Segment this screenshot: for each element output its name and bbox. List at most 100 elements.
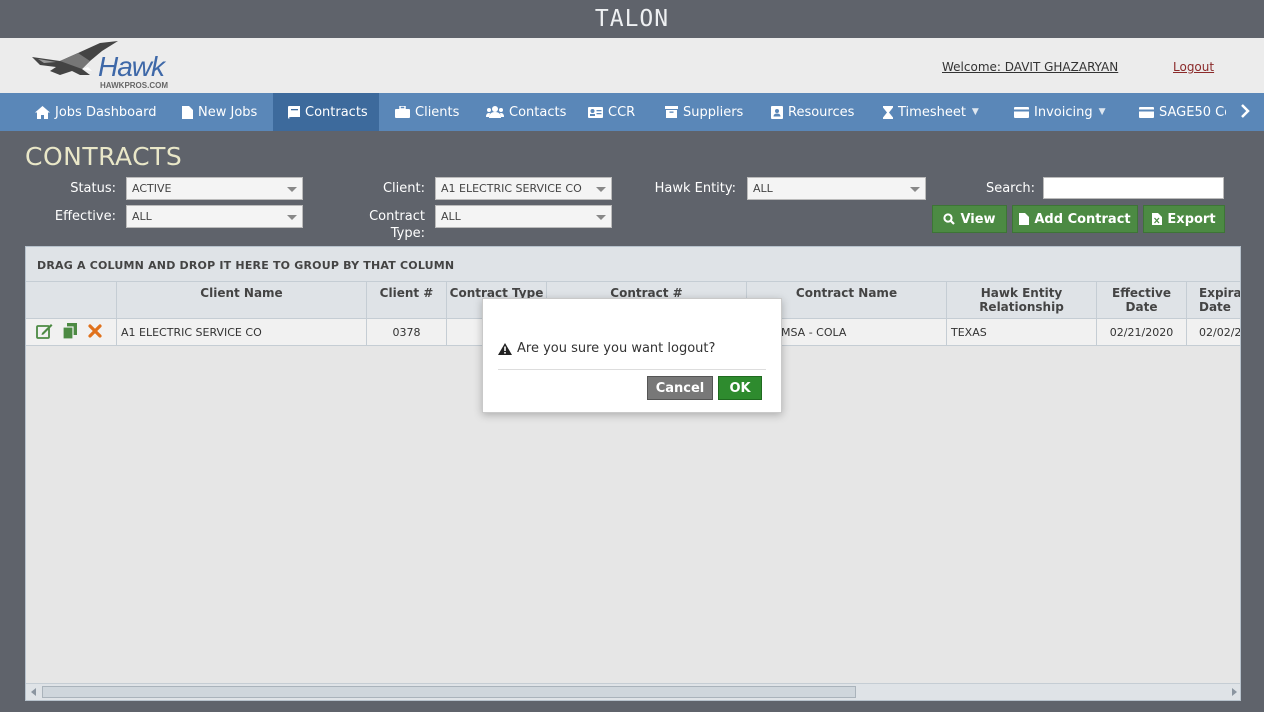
contact-book-icon (771, 105, 783, 119)
credit-card-icon (1014, 106, 1029, 118)
search-label: Search: (985, 181, 1035, 196)
hawk-entity-label: Hawk Entity: (654, 181, 736, 196)
page-title: CONTRACTS (25, 142, 183, 171)
add-contract-label: Add Contract (1034, 211, 1131, 227)
add-contract-button[interactable]: Add Contract (1012, 205, 1138, 233)
status-label: Status: (70, 181, 116, 196)
chevron-down-icon: ▼ (971, 107, 979, 117)
nav-item-timesheet[interactable]: Timesheet ▼ (883, 93, 979, 131)
nav-scroll-right-button[interactable] (1226, 93, 1264, 131)
nav-label: Invoicing (1034, 104, 1093, 120)
nav-item-resources[interactable]: Resources (771, 93, 854, 131)
credit-card-icon (1139, 106, 1154, 118)
contract-type-label: Contract Type: (369, 209, 425, 241)
delete-icon[interactable] (88, 324, 102, 341)
nav-item-clients[interactable]: Clients (395, 93, 459, 131)
copy-icon[interactable] (62, 323, 78, 342)
cell-hawk-entity-relationship: TEXAS (947, 319, 1097, 345)
column-header-hawk-entity-relationship[interactable]: Hawk Entity Relationship (947, 282, 1097, 318)
id-card-icon (588, 106, 603, 118)
nav-item-contracts[interactable]: Contracts (273, 93, 379, 131)
nav-item-sage50[interactable]: SAGE50 Co (1139, 93, 1232, 131)
status-select[interactable]: ACTIVE (126, 177, 303, 200)
warning-icon (498, 342, 512, 355)
chevron-down-icon (596, 187, 606, 192)
view-label: View (960, 211, 996, 227)
hourglass-icon (883, 105, 893, 119)
logo-text: Hawk (98, 51, 165, 82)
status-value: ACTIVE (132, 182, 172, 195)
logout-link[interactable]: Logout (1173, 60, 1214, 74)
column-header-client-name[interactable]: Client Name (117, 282, 367, 318)
horizontal-scrollbar[interactable] (26, 683, 1240, 700)
file-icon (182, 105, 193, 119)
chevron-down-icon (910, 187, 920, 192)
column-header-expiration-date[interactable]: Expiration Date (1187, 282, 1240, 318)
nav-label: New Jobs (198, 104, 258, 120)
nav-item-ccr[interactable]: CCR (588, 93, 635, 131)
edit-icon[interactable] (36, 323, 53, 342)
effective-label: Effective: (54, 209, 116, 224)
chevron-down-icon (596, 215, 606, 220)
cell-client-name: A1 ELECTRIC SERVICE CO (117, 319, 367, 345)
dialog-divider (498, 369, 766, 370)
dialog-message: Are you sure you want logout? (498, 341, 715, 356)
row-actions (26, 319, 117, 345)
ok-button[interactable]: OK (718, 376, 762, 400)
search-icon (943, 213, 956, 225)
client-select[interactable]: A1 ELECTRIC SERVICE CO (435, 177, 612, 200)
cell-expiration-date: 02/02/2 (1187, 319, 1240, 345)
chevron-down-icon (287, 215, 297, 220)
column-header-effective-date[interactable]: Effective Date (1097, 282, 1187, 318)
cell-effective-date: 02/21/2020 (1097, 319, 1187, 345)
hawk-logo[interactable]: Hawk HAWKPROS.COM (30, 41, 175, 90)
column-header-client-no[interactable]: Client # (367, 282, 447, 318)
scrollbar-thumb[interactable] (42, 686, 856, 698)
users-icon (486, 106, 504, 118)
hawk-entity-select[interactable]: ALL (747, 177, 926, 200)
cancel-button[interactable]: Cancel (647, 376, 713, 400)
nav-item-new-jobs[interactable]: New Jobs (182, 93, 257, 131)
briefcase-icon (395, 106, 410, 118)
chevron-down-icon: ▼ (1098, 107, 1106, 117)
cell-client-no: 0378 (367, 319, 447, 345)
export-button[interactable]: Export (1143, 205, 1225, 233)
chevron-down-icon (287, 187, 297, 192)
archive-icon (665, 106, 678, 118)
excel-file-icon (1152, 213, 1163, 225)
group-drop-area[interactable]: DRAG A COLUMN AND DROP IT HERE TO GROUP … (26, 247, 1240, 282)
client-label: Client: (382, 181, 425, 196)
nav-label: Timesheet (898, 104, 966, 120)
nav-item-jobs-dashboard[interactable]: Jobs Dashboard (0, 93, 170, 131)
main-navbar: Jobs Dashboard New Jobs Contracts Client… (0, 93, 1264, 131)
book-icon (288, 105, 300, 119)
column-header-actions (26, 282, 117, 318)
nav-item-invoicing[interactable]: Invoicing ▼ (1014, 93, 1106, 131)
nav-label: Contracts (305, 104, 368, 120)
contract-type-select[interactable]: ALL (435, 205, 612, 228)
nav-item-contacts[interactable]: Contacts (486, 93, 566, 131)
view-button[interactable]: View (932, 205, 1007, 233)
nav-label: Suppliers (683, 104, 744, 120)
file-icon (1019, 213, 1030, 225)
logo-subtext: HAWKPROS.COM (100, 81, 168, 90)
nav-label: Clients (415, 104, 460, 120)
scroll-right-icon[interactable] (1232, 688, 1237, 696)
contract-type-value: ALL (441, 210, 461, 223)
nav-label: Resources (788, 104, 855, 120)
client-value: A1 ELECTRIC SERVICE CO (441, 182, 582, 195)
search-input[interactable] (1043, 177, 1224, 199)
header: Hawk HAWKPROS.COM Welcome: DAVIT GHAZARY… (0, 38, 1264, 93)
dialog-message-text: Are you sure you want logout? (517, 341, 716, 356)
nav-label: CCR (608, 104, 636, 120)
effective-select[interactable]: ALL (126, 205, 303, 228)
nav-item-suppliers[interactable]: Suppliers (665, 93, 743, 131)
scroll-left-icon[interactable] (31, 688, 36, 696)
welcome-user-link[interactable]: Welcome: DAVIT GHAZARYAN (942, 60, 1118, 74)
logout-confirm-dialog: Are you sure you want logout? Cancel OK (482, 298, 782, 413)
hawk-entity-value: ALL (753, 182, 773, 195)
home-icon (35, 105, 50, 119)
chevron-right-icon (1240, 102, 1250, 123)
nav-label: Contacts (509, 104, 567, 120)
export-label: Export (1167, 211, 1216, 227)
